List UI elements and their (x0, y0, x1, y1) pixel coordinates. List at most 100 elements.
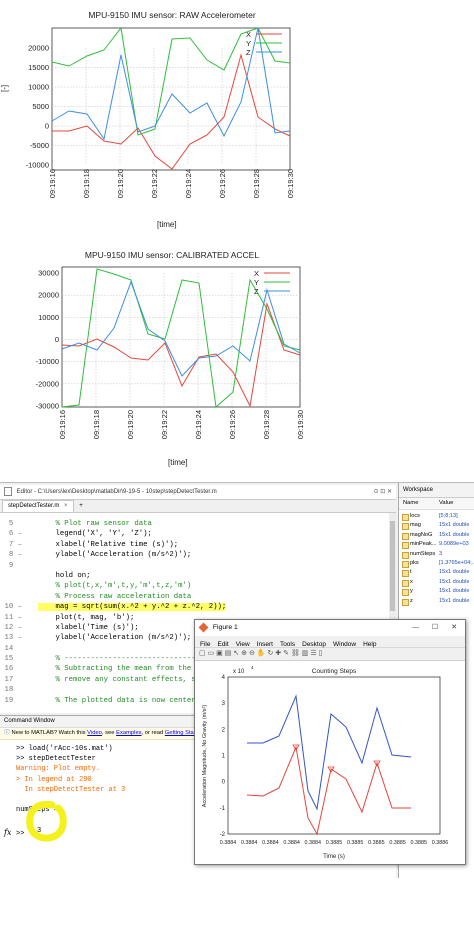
fig-y-tick: 3 (222, 701, 226, 707)
line-number: 12 – (4, 623, 22, 632)
annotation-circle (26, 800, 67, 842)
pointer-icon[interactable]: ↖ (233, 650, 239, 657)
x-tick-label: 09:19:22 (160, 410, 169, 439)
line-number: 16 (4, 665, 22, 674)
close-icon[interactable]: × (64, 503, 68, 509)
menu-help[interactable]: Help (363, 639, 376, 650)
brush-icon[interactable]: ✎ (283, 650, 289, 657)
svg-text:Y: Y (254, 278, 259, 287)
code-text: ylabel('Acceleration (m/s^2)'); (38, 551, 192, 560)
code-text: plot(t, mag, 'b'); (38, 613, 135, 622)
ws-name: z (410, 597, 413, 604)
ws-value: 15x1 double (439, 578, 470, 585)
plot2-xlabel: [time] (168, 458, 188, 467)
code-text: % remove any constant effects, s (38, 675, 196, 684)
workspace-row[interactable]: t 15x1 double (399, 568, 474, 578)
code-line[interactable]: hold on; (0, 571, 389, 581)
new-figure-icon[interactable]: ▢ (199, 650, 206, 657)
y-tick-label: 0 (55, 335, 59, 344)
workspace-row[interactable]: locs [5;8;13] (399, 512, 474, 521)
x-tick-label: 09:19:28 (252, 169, 261, 198)
fig-y-tick: 2 (222, 727, 226, 733)
ws-col-name[interactable]: Name (403, 498, 418, 509)
workspace-row[interactable]: mag 15x1 double (399, 521, 474, 531)
code-line[interactable]: % plot(t,x,'m',t,y,'m',t,z,'m') (0, 581, 389, 591)
workspace-row[interactable]: minPeak... 9.0089e+03 (399, 540, 474, 550)
pan-icon[interactable]: ✋ (257, 650, 266, 657)
open-icon[interactable]: ▭ (208, 650, 215, 657)
ws-name: mag (410, 522, 421, 529)
editor-window-controls[interactable]: ⊙ ⊡ ✕ (374, 485, 392, 499)
fig-x-tick: 0.3884 (241, 840, 258, 846)
fig-x-tick: 0.3885 (389, 840, 406, 846)
variable-icon (402, 589, 409, 597)
y-tick-label: 20000 (38, 291, 59, 300)
zoom-in-icon[interactable]: ⊕ (241, 650, 247, 657)
hide-tools-icon[interactable]: ▯ (319, 650, 323, 657)
code-line[interactable]: 9 (0, 561, 389, 571)
zoom-out-icon[interactable]: ⊖ (249, 650, 255, 657)
rotate-icon[interactable]: ↻ (267, 650, 273, 657)
save-icon[interactable]: ▣ (216, 650, 223, 657)
link-icon[interactable]: ⛓ (291, 650, 300, 657)
x-tick-label: 09:19:20 (126, 410, 135, 439)
notice-link-getting-started[interactable]: Getting Start (165, 730, 198, 736)
variable-icon (402, 532, 409, 540)
ws-value: 3 (439, 550, 443, 557)
code-line[interactable]: 6 – legend('X', 'Y', 'Z'); (0, 529, 389, 539)
legend-icon[interactable]: ☰ (310, 650, 316, 657)
matlab-logo-icon (198, 622, 209, 633)
code-line[interactable]: 8 – ylabel('Acceleration (m/s^2)'); (0, 550, 389, 560)
workspace-row[interactable]: numSteps 3 (399, 550, 474, 559)
x-tick-label: 09:19:28 (262, 410, 271, 439)
exponent-power: 4 (251, 665, 254, 670)
fig-y-tick: 1 (222, 754, 226, 760)
info-icon: ⓘ (4, 730, 10, 736)
x-tick-label: 09:19:30 (286, 169, 295, 198)
variable-icon (402, 598, 409, 606)
ws-value: 15x1 double (439, 531, 470, 538)
figure-plot-title: Counting Steps (312, 668, 357, 675)
add-tab-button[interactable]: + (79, 503, 83, 509)
workspace-row[interactable]: z 15x1 double (399, 597, 474, 606)
notice-mid: , see (101, 730, 115, 736)
command-prompt[interactable]: >> (16, 830, 24, 838)
ws-value: 15x1 double (439, 522, 470, 529)
line-number: 10 – (4, 603, 22, 612)
minimize-button[interactable]: — (412, 620, 419, 636)
code-line[interactable]: 5 % Plot raw sensor data (0, 519, 389, 529)
workspace-row[interactable]: x 15x1 double (399, 578, 474, 587)
code-text: % Subtracting the mean from the (38, 665, 192, 674)
workspace-row[interactable]: pks [1.3765e+04;... (399, 559, 474, 568)
legend-label-y: Y (246, 39, 251, 48)
code-text: % --------------------------------- (38, 655, 209, 664)
ws-name: locs (410, 513, 420, 519)
tab-stepDetectTester[interactable]: stepDetectTester.m × (2, 500, 74, 512)
ws-name: magNoG (410, 531, 433, 538)
workspace-row[interactable]: magNoG 15x1 double (399, 531, 474, 540)
code-line[interactable]: % Process raw acceleration data (0, 592, 389, 602)
code-text: % The plotted data is now center (38, 696, 196, 705)
print-icon[interactable]: ▤ (225, 650, 232, 657)
workspace-row[interactable]: y 15x1 double (399, 587, 474, 597)
menu-window[interactable]: Window (333, 639, 356, 650)
colorbar-icon[interactable]: ▥ (302, 650, 309, 657)
ws-col-value[interactable]: Value (439, 498, 453, 509)
notice-link-examples[interactable]: Examples (116, 730, 141, 736)
close-button[interactable]: ✕ (451, 620, 457, 636)
y-tick-label: 10000 (38, 313, 59, 322)
code-line[interactable]: 7 – xlabel('Relative time (s)'); (0, 540, 389, 550)
code-line[interactable]: 10 – mag = sqrt(sum(x.^2 + y.^2 + z.^2, … (0, 602, 389, 612)
fx-icon[interactable]: fx (4, 828, 11, 837)
y-tick-label: 0 (45, 122, 49, 131)
fig-y-tick: 4 (222, 675, 226, 681)
notice-link-video[interactable]: Video (87, 730, 102, 736)
y-tick-label: 30000 (38, 269, 59, 278)
maximize-button[interactable]: ☐ (432, 620, 438, 636)
line-number: 6 – (8, 530, 22, 539)
line-number: 5 (8, 520, 22, 528)
ws-name: pks (410, 559, 419, 566)
line-number (0, 571, 22, 581)
datacursor-icon[interactable]: ✚ (275, 650, 281, 657)
y-tick-label: 15000 (28, 63, 49, 72)
